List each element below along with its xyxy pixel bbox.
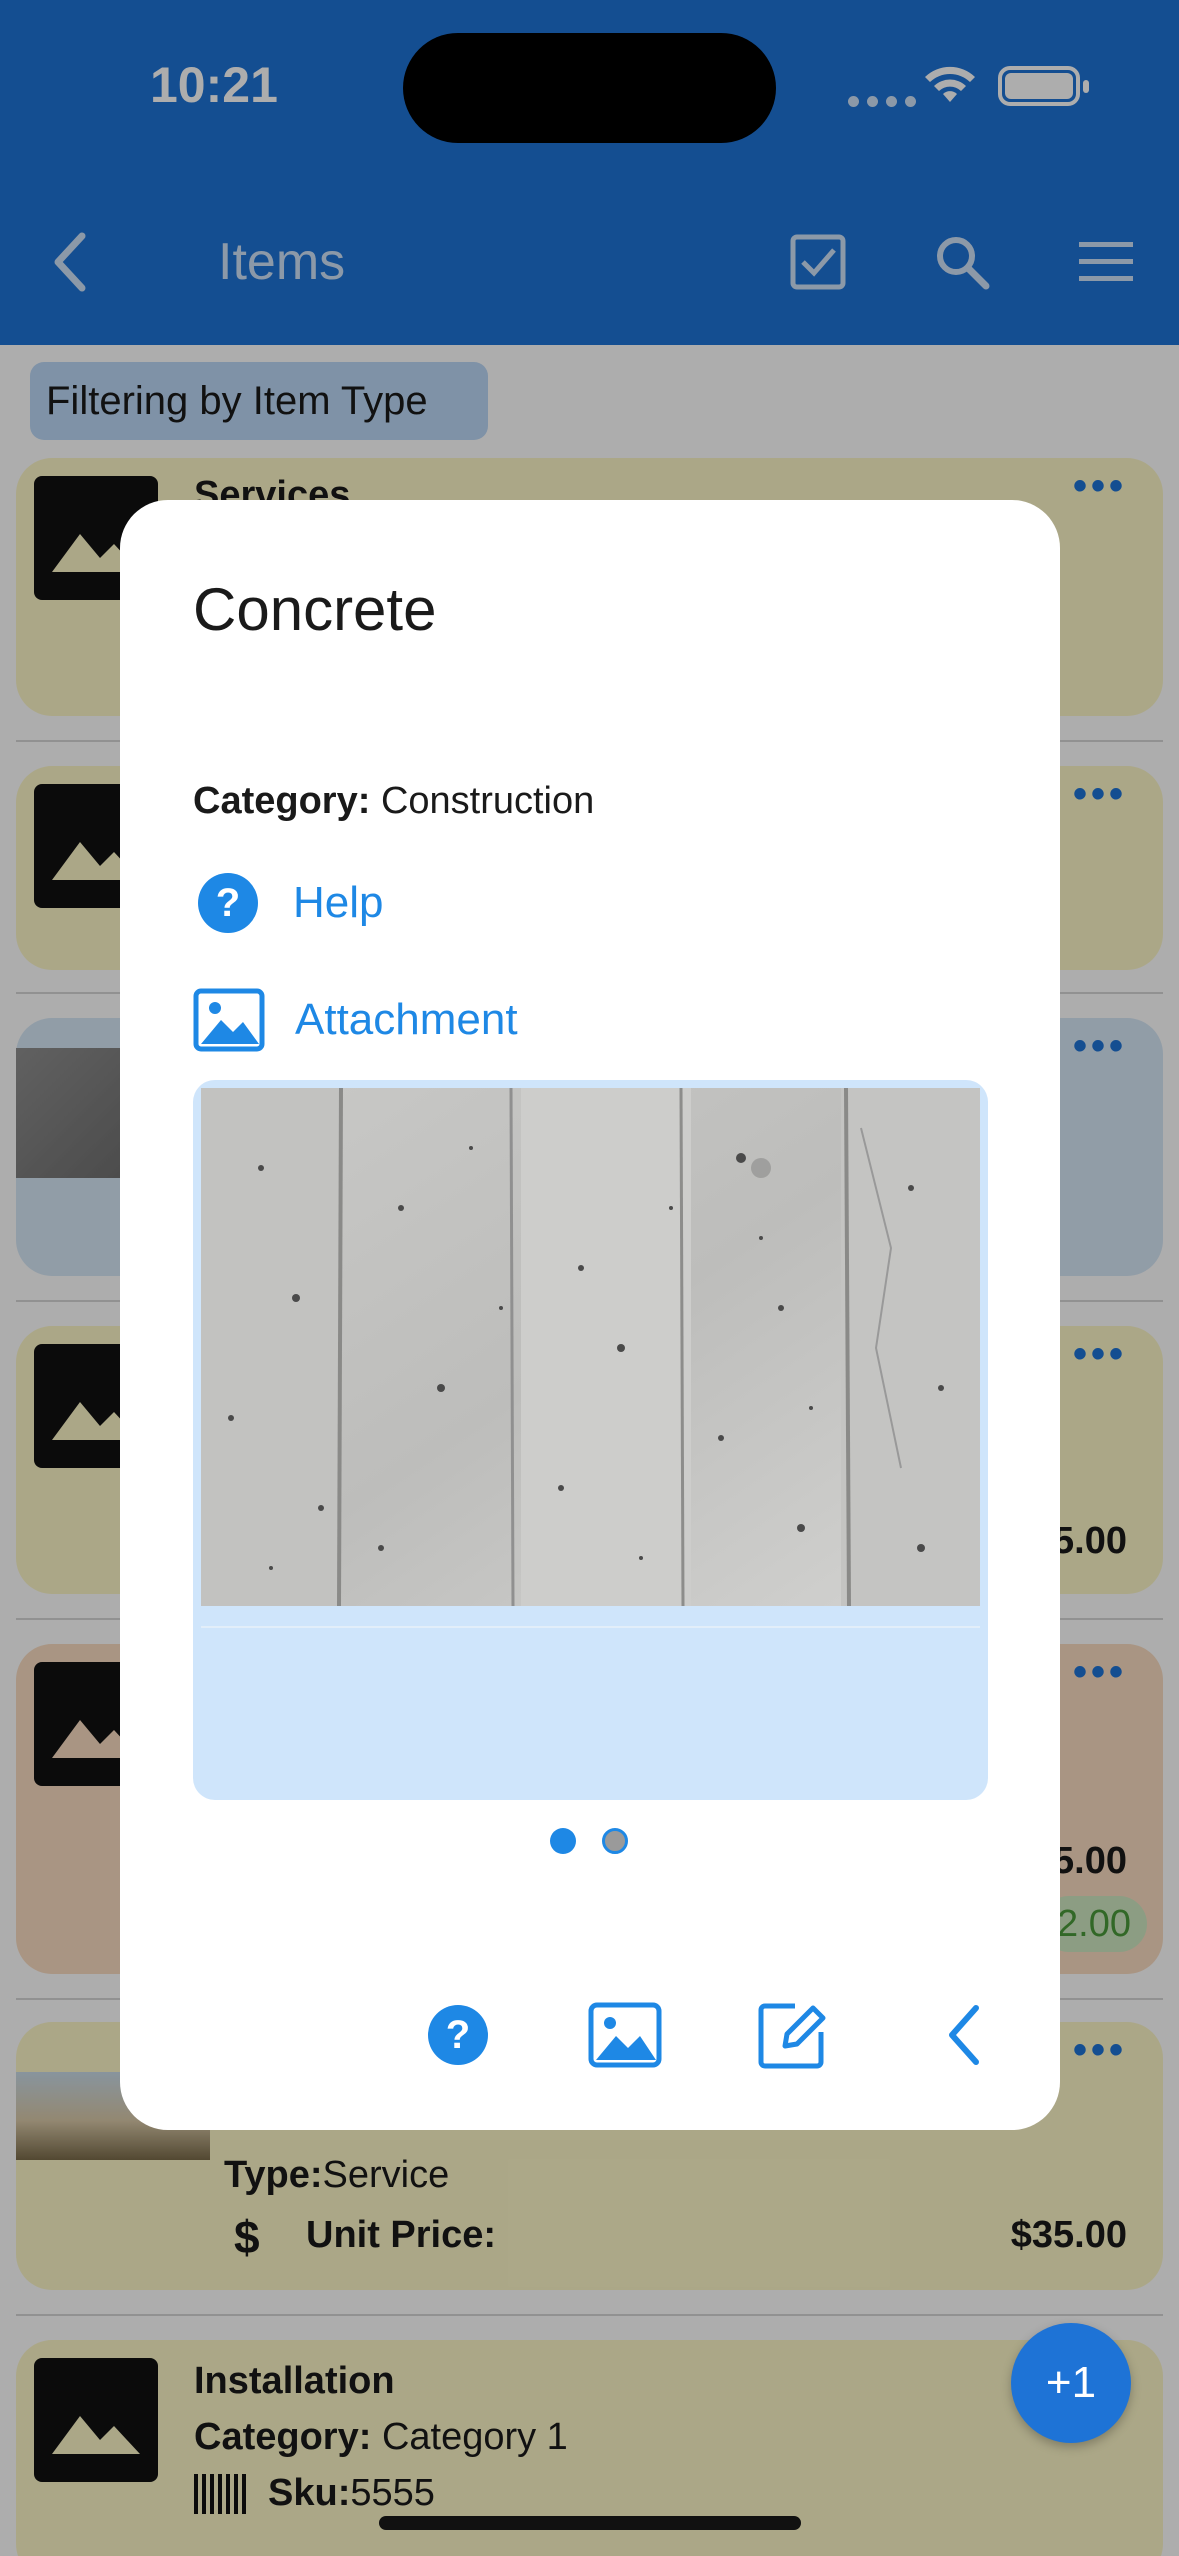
dialog-title: Concrete [193,576,437,643]
help-action-button[interactable]: ? [413,1990,503,2080]
svg-text:?: ? [446,2013,470,2057]
help-label: Help [293,878,384,927]
back-chevron-icon [949,2005,979,2065]
attachment-label: Attachment [295,995,518,1044]
image-icon [588,2002,662,2068]
concrete-photo [201,1088,980,1606]
image-action-button[interactable] [580,1990,670,2080]
attachment-link[interactable]: Attachment [193,988,518,1052]
pager-dot-active[interactable] [550,1828,576,1854]
home-indicator[interactable] [379,2516,801,2530]
edit-action-button[interactable] [747,1990,837,2080]
close-dialog-button[interactable] [920,1990,1010,2080]
svg-text:?: ? [216,881,240,925]
attachment-carousel[interactable] [193,1080,988,1800]
help-icon: ? [198,873,258,933]
divider [201,1626,980,1628]
add-one-fab[interactable]: +1 [1011,2323,1131,2443]
help-link[interactable]: ? Help [193,868,384,938]
pager-dot[interactable] [602,1828,628,1854]
carousel-pager[interactable] [550,1828,628,1854]
image-icon [193,988,265,1052]
dialog-category: Category: Construction [193,780,595,822]
item-detail-dialog: Concrete Category: Construction ? Help A… [120,500,1060,2130]
help-icon: ? [428,2005,488,2065]
edit-icon [758,2003,826,2069]
